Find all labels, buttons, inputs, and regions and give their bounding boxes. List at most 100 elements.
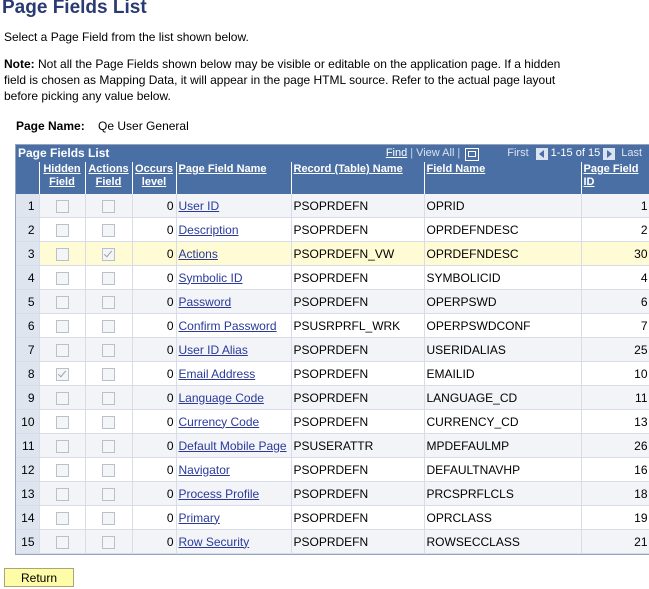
- page-field-name-cell: Process Profile: [176, 481, 292, 506]
- hidden-field-cell: [39, 505, 86, 530]
- occurs-level-cell: 0: [132, 241, 177, 266]
- actions-field-checkbox: [102, 487, 115, 501]
- record-name-cell: PSUSERATTR: [291, 433, 425, 458]
- field-name-cell: LANGUAGE_CD: [424, 385, 582, 410]
- row-number: 9: [16, 385, 40, 410]
- nav-separator: |: [410, 147, 414, 159]
- page-field-id-cell: 25: [581, 337, 649, 362]
- row-number: 1: [16, 194, 40, 218]
- page-field-link[interactable]: Confirm Password: [179, 319, 277, 333]
- field-name-cell: CURRENCY_CD: [424, 409, 582, 434]
- hidden-field-cell: [39, 361, 86, 386]
- page-field-name-cell: Language Code: [176, 385, 292, 410]
- actions-field-cell: [85, 337, 133, 362]
- note-body: Not all the Page Fields shown below may …: [4, 57, 561, 103]
- hidden-field-cell: [39, 194, 86, 218]
- page-field-id-cell: 2: [581, 217, 649, 242]
- hidden-field-checkbox: [55, 343, 69, 357]
- grid-header: Page Fields List Find | View All | First…: [16, 145, 649, 162]
- page-field-name-cell: Primary: [176, 505, 292, 530]
- page-field-link[interactable]: Row Security: [179, 535, 250, 549]
- hidden-field-cell: [39, 313, 86, 338]
- actions-field-cell: [85, 194, 133, 218]
- hidden-field-cell: [39, 337, 86, 362]
- record-name-cell: PSOPRDEFN: [291, 194, 425, 218]
- page-field-link[interactable]: Password: [179, 295, 232, 309]
- page-field-link[interactable]: Language Code: [179, 391, 264, 405]
- page-field-link[interactable]: Process Profile: [179, 487, 260, 501]
- page-field-name-cell: Symbolic ID: [176, 265, 292, 290]
- hidden-field-checkbox: [55, 391, 69, 405]
- actions-field-checkbox: [102, 223, 115, 237]
- table-row: 10 0 Currency Code PSOPRDEFN CURRENCY_CD 13: [16, 409, 649, 434]
- actions-field-cell: [85, 457, 133, 482]
- view-all-link[interactable]: View All: [416, 145, 454, 162]
- row-number: 11: [16, 433, 40, 458]
- page-field-link[interactable]: User ID Alias: [179, 343, 248, 357]
- page-field-id-cell: 11: [581, 385, 649, 410]
- actions-field-checkbox: [102, 343, 115, 357]
- field-name-cell: OPRDEFNDESC: [424, 241, 582, 266]
- page-field-name-cell: User ID: [176, 194, 292, 218]
- page-field-link[interactable]: Default Mobile Page: [179, 439, 287, 453]
- column-header-page-field-id[interactable]: Page Field ID: [581, 162, 649, 194]
- row-number: 15: [16, 529, 40, 554]
- record-name-cell: PSOPRDEFN: [291, 217, 425, 242]
- hidden-field-checkbox: [55, 511, 69, 525]
- find-link[interactable]: Find: [386, 145, 407, 162]
- page-field-name-cell: Default Mobile Page: [176, 433, 292, 458]
- page-name: Page Name: Qe User General: [16, 119, 189, 133]
- field-name-cell: PRCSPRFLCLS: [424, 481, 582, 506]
- note-label: Note:: [4, 57, 35, 71]
- row-number: 12: [16, 457, 40, 482]
- occurs-level-cell: 0: [132, 505, 177, 530]
- page-field-link[interactable]: Email Address: [179, 367, 256, 381]
- field-name-cell: DEFAULTNAVHP: [424, 457, 582, 482]
- page-field-link[interactable]: Actions: [179, 247, 218, 261]
- page-field-id-cell: 21: [581, 529, 649, 554]
- column-header-record-name[interactable]: Record (Table) Name: [291, 162, 425, 194]
- previous-arrow-icon[interactable]: [535, 147, 548, 160]
- page-field-link[interactable]: User ID: [179, 199, 220, 213]
- hidden-field-cell: [39, 217, 86, 242]
- actions-field-cell: [85, 289, 133, 314]
- page-field-link[interactable]: Primary: [179, 511, 220, 525]
- column-header-actions-field[interactable]: Actions Field: [85, 162, 133, 194]
- column-header-field-name[interactable]: Field Name: [424, 162, 582, 194]
- actions-field-checkbox: [102, 535, 115, 549]
- row-number: 4: [16, 265, 40, 290]
- field-name-cell: OPRID: [424, 194, 582, 218]
- table-row: 3 0 Actions PSOPRDEFN_VW OPRDEFNDESC 30: [16, 241, 649, 266]
- actions-field-cell: [85, 505, 133, 530]
- hidden-field-checkbox: [55, 319, 69, 333]
- page-field-name-cell: Actions: [176, 241, 292, 266]
- column-header-hidden-field[interactable]: Hidden Field: [39, 162, 86, 194]
- actions-field-checkbox: [102, 295, 115, 309]
- occurs-level-cell: 0: [132, 433, 177, 458]
- page-field-link[interactable]: Navigator: [179, 463, 230, 477]
- page-field-link[interactable]: Currency Code: [179, 415, 260, 429]
- page-field-id-cell: 10: [581, 361, 649, 386]
- page-name-label: Page Name:: [16, 119, 85, 133]
- first-link[interactable]: First: [507, 145, 528, 162]
- page-field-id-cell: 13: [581, 409, 649, 434]
- instruction-text: Select a Page Field from the list shown …: [4, 30, 249, 44]
- next-arrow-icon[interactable]: [603, 147, 616, 160]
- field-name-cell: OPRDEFNDESC: [424, 217, 582, 242]
- column-header-occurs-level[interactable]: Occurs level: [132, 162, 177, 194]
- last-link[interactable]: Last: [621, 145, 642, 162]
- page-field-link[interactable]: Description: [179, 223, 239, 237]
- row-number: 7: [16, 337, 40, 362]
- page-field-link[interactable]: Symbolic ID: [179, 271, 243, 285]
- hidden-field-cell: [39, 265, 86, 290]
- page-fields-table: Hidden Field Actions Field Occurs level …: [16, 162, 649, 554]
- record-name-cell: PSOPRDEFN: [291, 361, 425, 386]
- occurs-level-cell: 0: [132, 289, 177, 314]
- download-grid-icon[interactable]: [465, 148, 480, 161]
- record-name-cell: PSUSRPRFL_WRK: [291, 313, 425, 338]
- column-header-page-field-name[interactable]: Page Field Name: [176, 162, 292, 194]
- table-row: 13 0 Process Profile PSOPRDEFN PRCSPRFLCLS 18: [16, 481, 649, 506]
- occurs-level-cell: 0: [132, 529, 177, 554]
- return-button[interactable]: Return: [4, 568, 74, 587]
- actions-field-cell: [85, 385, 133, 410]
